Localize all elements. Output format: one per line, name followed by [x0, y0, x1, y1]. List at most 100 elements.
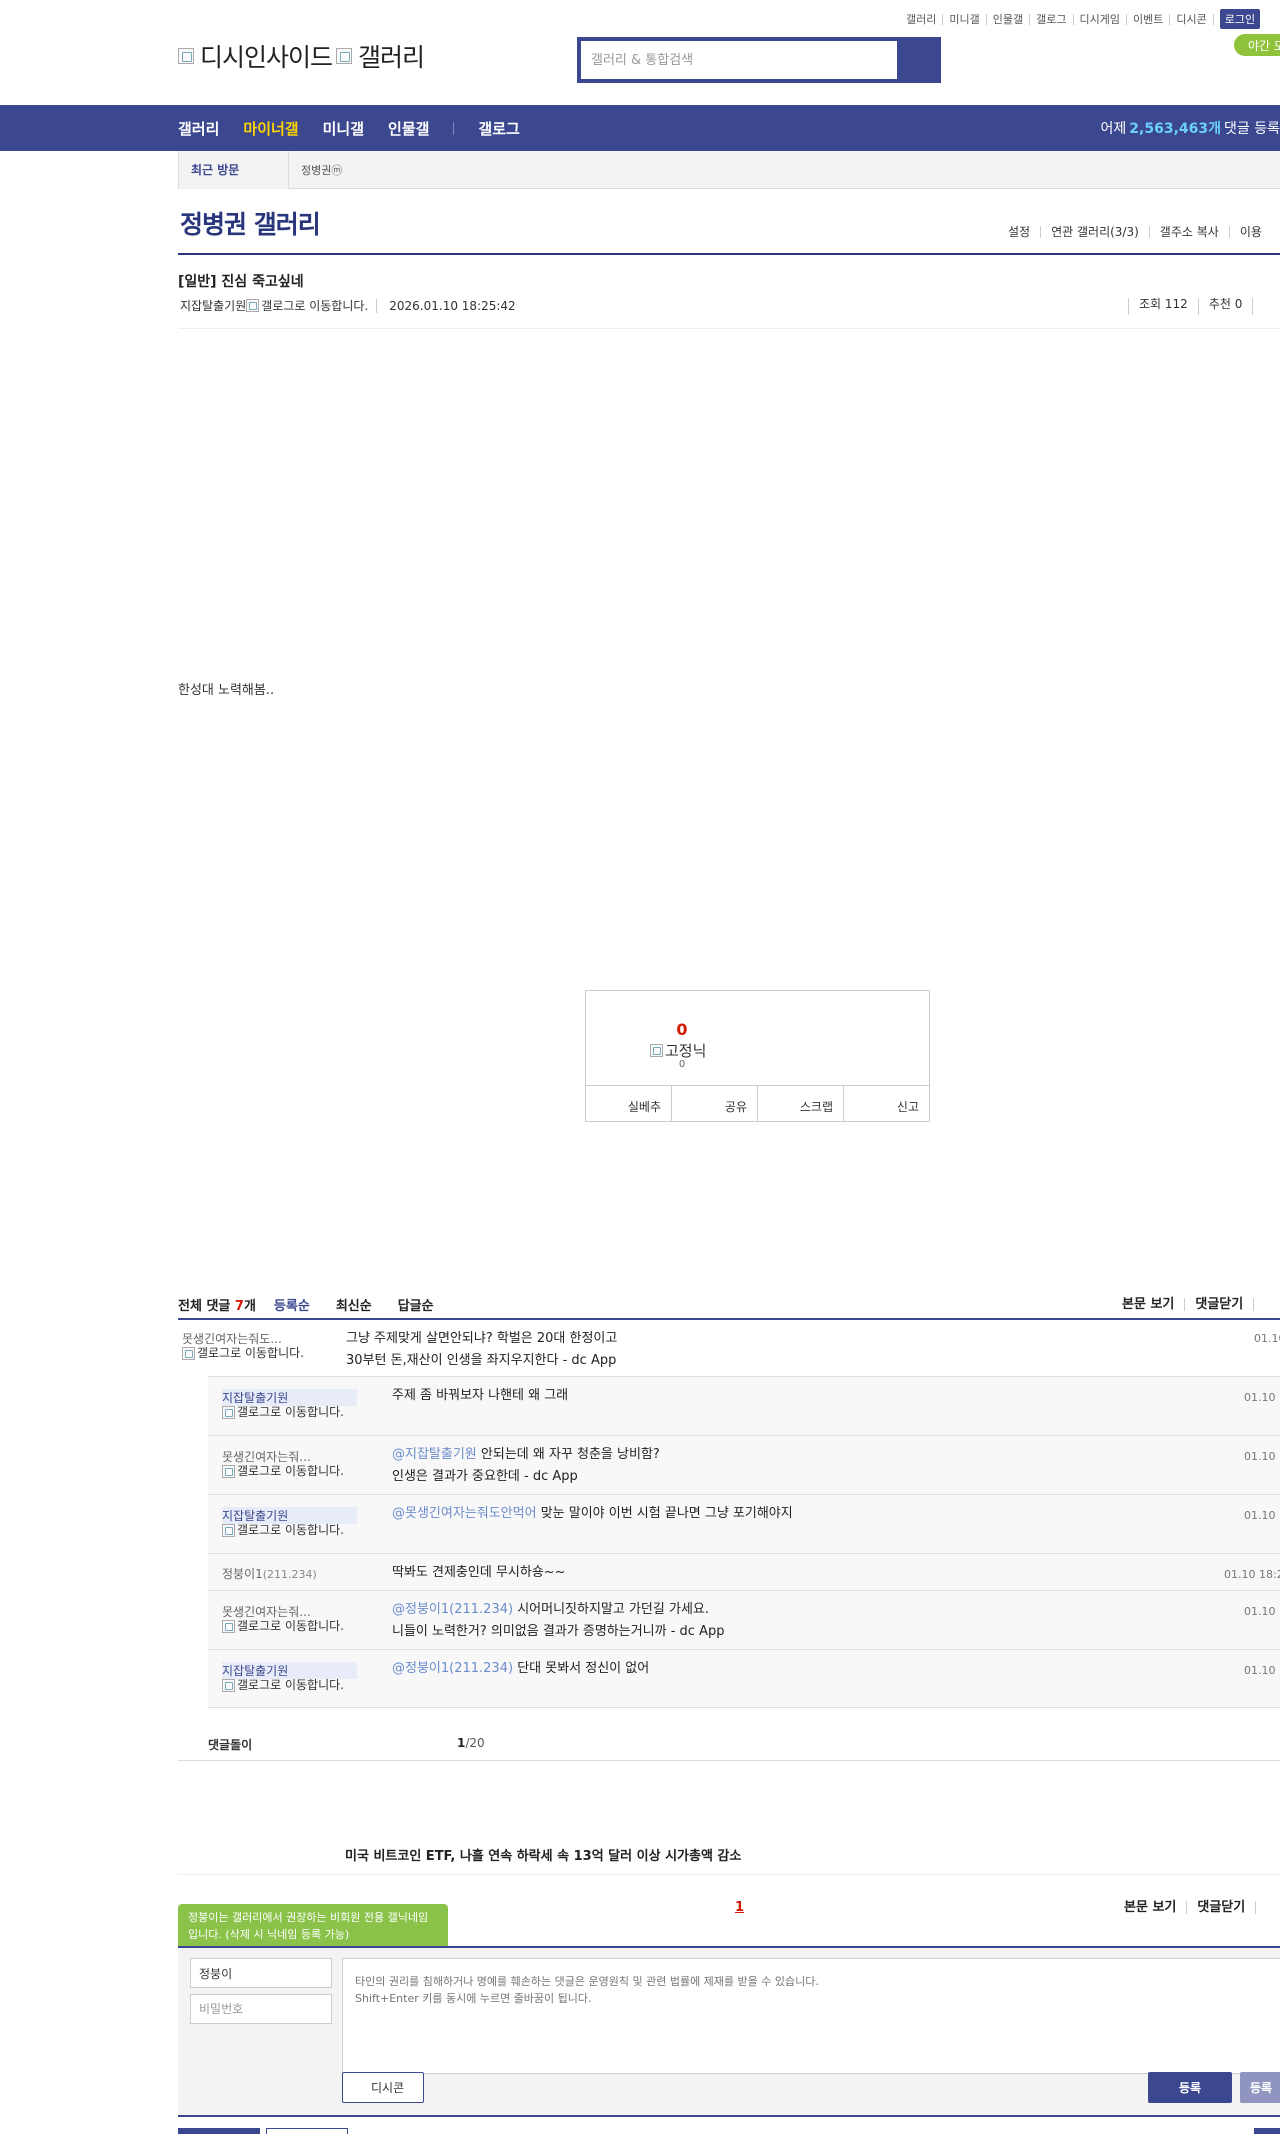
fixnick-image-icon — [650, 1044, 663, 1057]
util-link-event[interactable]: 이벤트 — [1127, 13, 1171, 25]
reply-text-line2: 인생은 결과가 중요한데 - dc App — [392, 1469, 578, 1484]
reply-mention[interactable]: @못생긴여자는줘도안먹어 — [392, 1506, 537, 1521]
comment-total-num: 7 — [234, 1298, 244, 1314]
util-link-persongall[interactable]: 인물갤 — [987, 13, 1031, 25]
gallog-link[interactable]: 갤로그로 이동합니다. — [222, 1465, 357, 1478]
comment-total-unit: 개 — [243, 1298, 256, 1314]
dccon-button[interactable]: 디시콘 — [342, 2072, 424, 2103]
usage-link[interactable]: 이용 — [1228, 226, 1272, 238]
post-title: [일반] 진심 죽고싶네 — [178, 274, 304, 290]
reply-nick[interactable]: 지잡탈출기원 — [222, 1389, 357, 1406]
gallog-image-icon — [222, 1620, 235, 1633]
write-tools: 본문 보기 댓글닫기 — [1124, 1901, 1276, 1914]
password-input[interactable] — [190, 1994, 332, 2024]
divider — [178, 1760, 1280, 1761]
news-headline[interactable]: 미국 비트코인 ETF, 나흘 연속 하락세 속 13억 달러 이상 시가총액 … — [345, 1845, 741, 1864]
recent-visit-item[interactable]: 정병권ⓜ — [301, 162, 342, 178]
reply-item: 못생긴여자는줘... 갤로그로 이동합니다. @정붕이1(211.234) 시어… — [208, 1591, 1280, 1650]
report-button[interactable]: 신고 — [844, 1086, 929, 1121]
util-link-gallog[interactable]: 갤로그 — [1030, 13, 1074, 25]
nav-minor-gallery[interactable]: 마이너갤 — [243, 118, 298, 139]
reply-nick[interactable]: 못생긴여자는줘... — [222, 1448, 357, 1465]
gallog-link[interactable]: 갤로그로 이동합니다. — [222, 1679, 357, 1692]
reply-text: 맞눈 말이야 이번 시험 끝나면 그냥 포기해야지 — [536, 1506, 793, 1521]
reply-mention[interactable]: @지잡탈출기원 — [392, 1447, 477, 1462]
nickname-input[interactable] — [190, 1958, 332, 1988]
stat-suffix: 댓글 등록 — [1224, 121, 1280, 137]
submit-recommend-button[interactable]: 등록 — [1240, 2072, 1280, 2103]
reply-nick[interactable]: 못생긴여자는줘... — [222, 1603, 357, 1620]
reply-text: 안되는데 왜 자꾸 청춘을 낭비함? — [476, 1447, 660, 1462]
gallog-link[interactable]: 갤로그로 이동합니다. — [222, 1406, 357, 1419]
comment-textarea[interactable] — [342, 1958, 1280, 2074]
share-button[interactable]: 공유 — [672, 1086, 758, 1121]
reply-item: 지잡탈출기원 갤로그로 이동합니다. @못생긴여자는줘도안먹어 맞눈 말이야 이… — [208, 1495, 1280, 1554]
recommend-box: 0 고정닉 0 실베추 공유 스크랩 신고 — [585, 990, 930, 1122]
top-button[interactable] — [1254, 2128, 1280, 2134]
comment-item: 못생긴여자는줘도... 갤로그로 이동합니다. 그냥 주제맞게 살면안되냐? 학… — [178, 1322, 1280, 1376]
post-recommends: 추천 0 — [1197, 298, 1253, 315]
sort-registered[interactable]: 등록순 — [274, 1295, 310, 1314]
real-best-button[interactable]: 실베추 — [586, 1086, 672, 1121]
util-link-dccon[interactable]: 디시콘 — [1170, 13, 1214, 25]
reply-text: 단대 못봐서 정신이 없어 — [513, 1661, 650, 1676]
night-mode-toggle[interactable]: 야간 모 — [1234, 34, 1280, 56]
nav-gallog[interactable]: 갤로그 — [478, 118, 519, 139]
site-logo[interactable]: 디시인사이드 갤러리 — [178, 38, 425, 74]
sort-reply[interactable]: 답글순 — [398, 1295, 434, 1314]
reply-nick[interactable]: 정붕이1(211.234) — [222, 1565, 317, 1582]
comment-nick[interactable]: 못생긴여자는줘도... — [182, 1330, 317, 1347]
scrap-button[interactable]: 스크랩 — [758, 1086, 844, 1121]
recommend-count: 0 — [676, 1020, 688, 1039]
nav-mini-gallery[interactable]: 미니갤 — [323, 118, 364, 139]
view-post-button[interactable]: 본문 보기 — [1124, 1901, 1186, 1914]
search-box — [577, 37, 941, 83]
comment-write-box: 디시콘 등록 등록 — [178, 1948, 1280, 2116]
refresh-button[interactable] — [1255, 1901, 1276, 1914]
post-writer-nick[interactable]: 지잡탈출기원 — [180, 297, 246, 314]
gallery-settings-link[interactable]: 설정 — [1008, 226, 1040, 238]
gallog-link[interactable]: 갤로그로 이동합니다. — [182, 1347, 317, 1360]
reply-item: 지잡탈출기원 갤로그로 이동합니다. 주제 좀 바꿔보자 나핸테 왜 그래 01… — [208, 1377, 1280, 1436]
gallog-link[interactable]: 갤로그로 이동합니다. — [222, 1524, 357, 1537]
view-post-button[interactable]: 본문 보기 — [1122, 1298, 1184, 1311]
gallery-title[interactable]: 정병권 갤러리 — [180, 205, 321, 241]
close-comments-button[interactable]: 댓글닫기 — [1184, 1297, 1253, 1311]
comment-page-1[interactable]: 1 — [735, 1900, 744, 1915]
post-body: 한성대 노력해봄.. — [178, 683, 275, 698]
comment-date: 01.10 — [1254, 1332, 1280, 1345]
search-input[interactable] — [581, 41, 897, 79]
write-button[interactable] — [266, 2128, 348, 2134]
reply-item: 지잡탈출기원 갤로그로 이동합니다. @정붕이1(211.234) 단대 못봐서… — [208, 1650, 1280, 1708]
reply-bot-page: 1/20 — [457, 1736, 485, 1750]
reply-nick[interactable]: 지잡탈출기원 — [222, 1662, 357, 1679]
recent-visit-title[interactable]: 최근 방문 — [179, 150, 289, 189]
util-link-gallery[interactable]: 갤러리 — [900, 13, 944, 25]
sort-latest[interactable]: 최신순 — [336, 1295, 372, 1314]
post-views: 조회 112 — [1128, 298, 1198, 315]
refresh-button[interactable] — [1253, 1297, 1274, 1311]
close-comments-button[interactable]: 댓글닫기 — [1186, 1901, 1255, 1914]
reply-date: 01.10 18:2 — [1224, 1568, 1280, 1581]
search-button[interactable] — [897, 41, 937, 79]
gallog-link[interactable]: 갤로그로 이동합니다. — [261, 297, 368, 314]
util-link-dcgame[interactable]: 디시게임 — [1074, 13, 1127, 25]
util-link-minigall[interactable]: 미니갤 — [943, 13, 987, 25]
comment-text-line1: 그냥 주제맞게 살면안되냐? 학벌은 20대 한정이고 — [346, 1331, 618, 1346]
reply-bot-label[interactable]: 댓글돌이 — [208, 1736, 252, 1753]
page-total: /20 — [465, 1736, 485, 1750]
gallog-image-icon — [182, 1347, 195, 1360]
reply-nick[interactable]: 지잡탈출기원 — [222, 1507, 357, 1524]
list-button[interactable] — [178, 2128, 260, 2134]
gallog-link[interactable]: 갤로그로 이동합니다. — [222, 1620, 357, 1633]
nav-gallery[interactable]: 갤러리 — [178, 118, 219, 139]
reply-mention[interactable]: @정붕이1(211.234) — [392, 1602, 513, 1617]
reply-mention[interactable]: @정붕이1(211.234) — [392, 1661, 513, 1676]
copy-gallery-url-link[interactable]: 갤주소 복사 — [1148, 226, 1229, 238]
nav-divider — [453, 121, 455, 135]
reply-text: 시어머니짓하지말고 가던길 가세요. — [513, 1602, 709, 1617]
login-button[interactable]: 로그인 — [1219, 9, 1261, 29]
related-gallery-link[interactable]: 연관 갤러리(3/3) — [1040, 226, 1149, 238]
nav-person-gallery[interactable]: 인물갤 — [388, 118, 429, 139]
submit-comment-button[interactable]: 등록 — [1148, 2072, 1232, 2103]
